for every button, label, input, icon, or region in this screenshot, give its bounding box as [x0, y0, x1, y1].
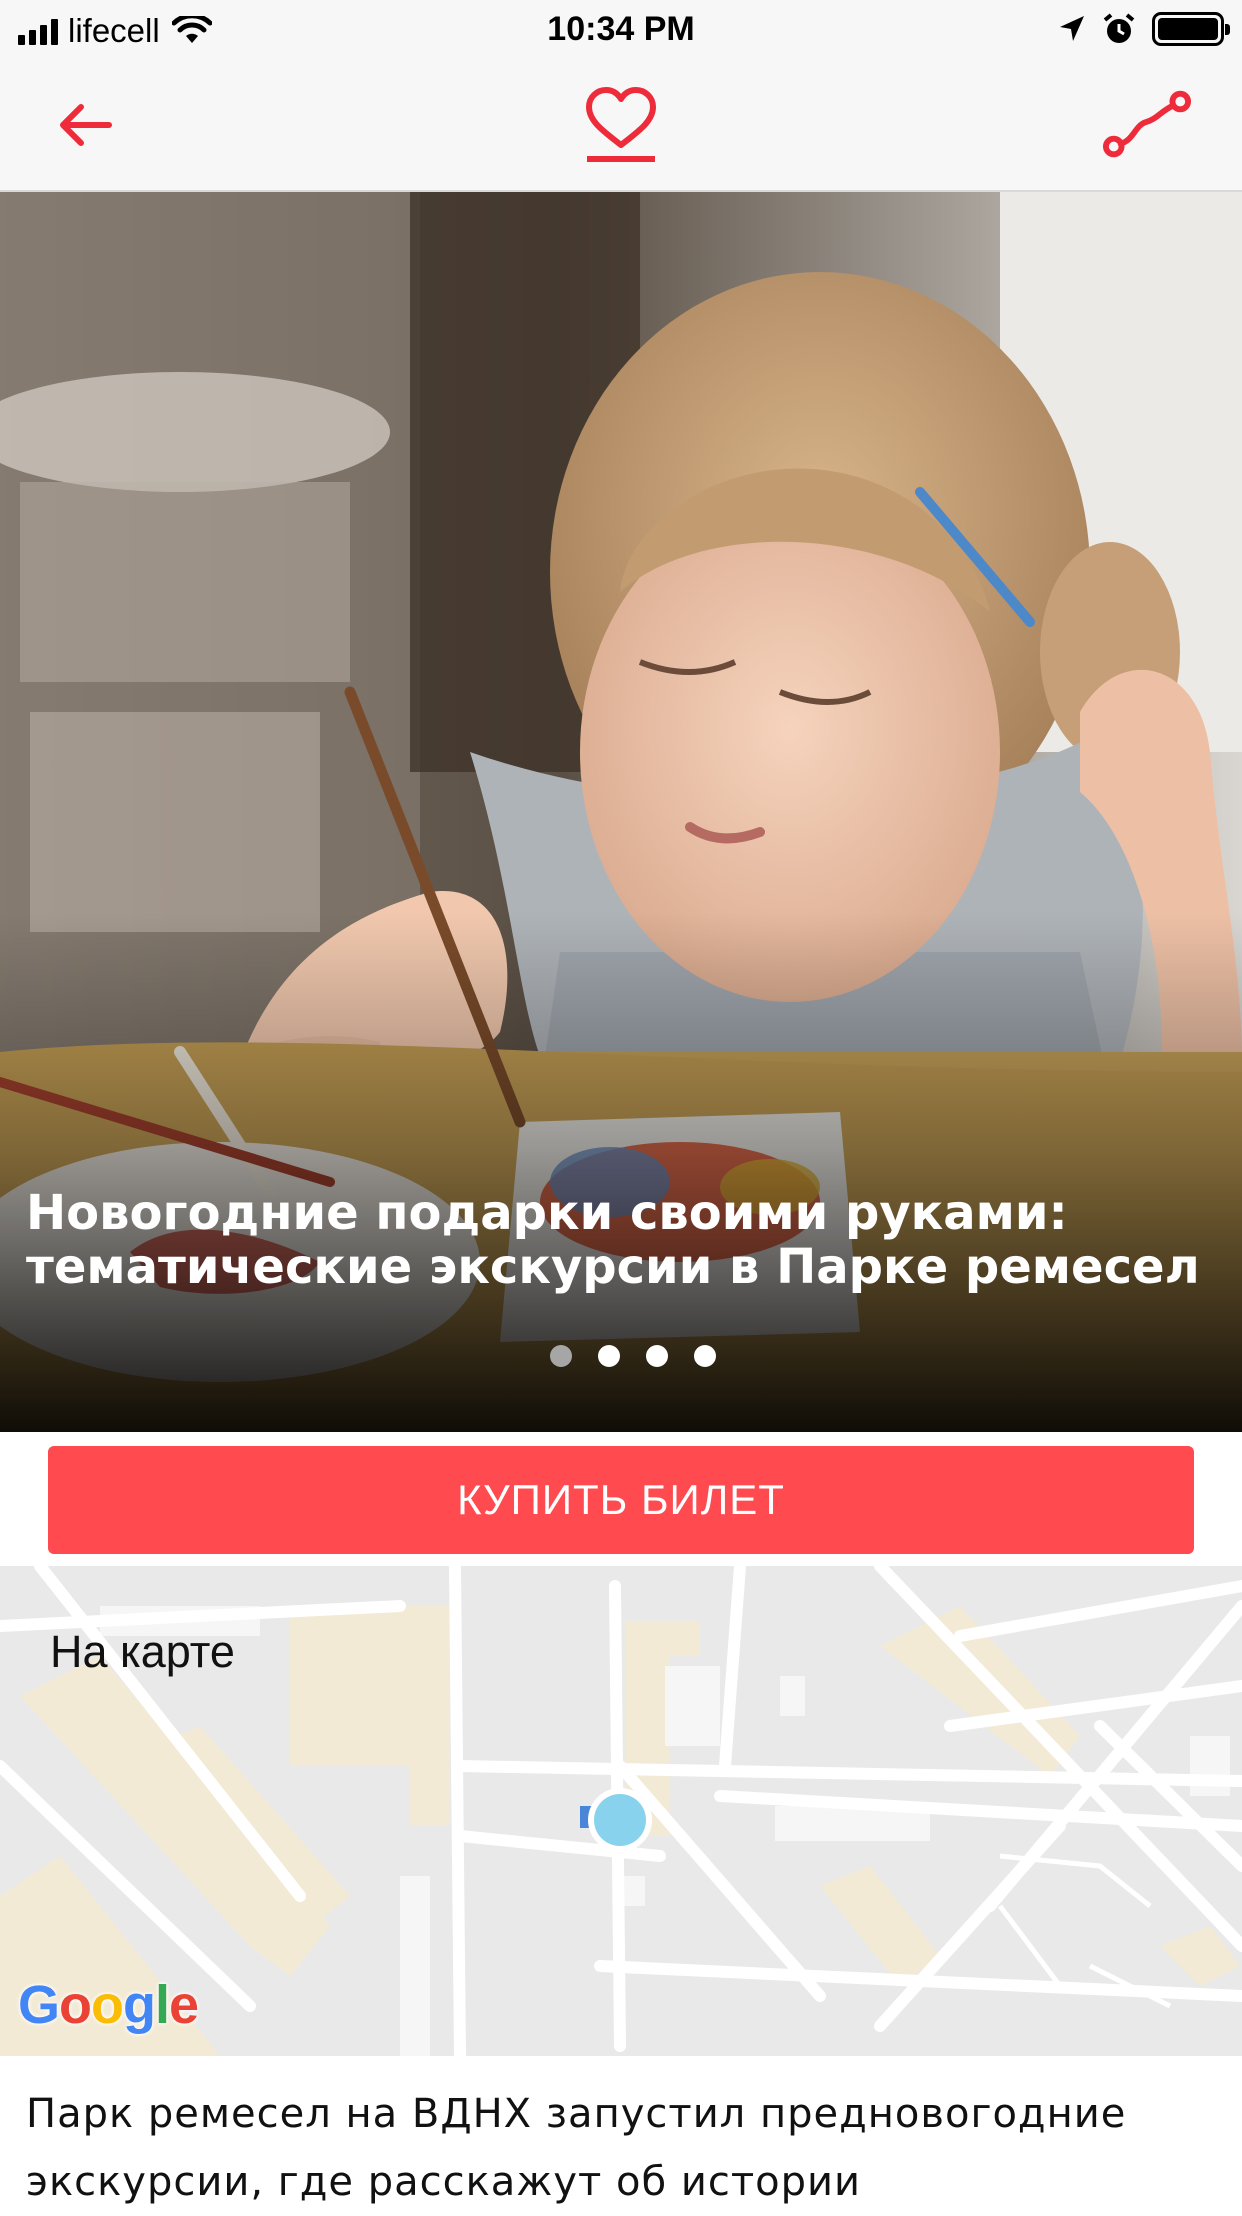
carousel-dot-1[interactable]	[550, 1345, 572, 1367]
route-button[interactable]	[1102, 80, 1192, 170]
favorite-button[interactable]	[576, 80, 666, 170]
status-right	[1058, 12, 1230, 46]
arrow-left-icon	[60, 104, 112, 146]
back-button[interactable]	[40, 80, 130, 170]
buy-section: КУПИТЬ БИЛЕТ	[0, 1432, 1242, 1566]
heart-icon	[586, 87, 656, 162]
carousel-dot-4[interactable]	[694, 1345, 716, 1367]
nav-bar	[0, 62, 1242, 192]
status-time: 10:34 PM	[547, 10, 695, 48]
route-icon	[1102, 90, 1192, 158]
location-arrow-icon	[1060, 16, 1084, 41]
google-logo: Google	[18, 1975, 199, 2035]
alarm-icon	[1103, 13, 1135, 43]
carousel-dots[interactable]	[550, 1345, 716, 1367]
map-label: На карте	[50, 1626, 235, 1677]
carousel-dot-3[interactable]	[646, 1345, 668, 1367]
hero-carousel[interactable]: Новогодние подарки своими руками: темати…	[0, 192, 1242, 1432]
map-marker[interactable]	[594, 1794, 646, 1846]
status-bar: lifecell 10:34 PM	[0, 0, 1242, 62]
buy-ticket-button[interactable]: КУПИТЬ БИЛЕТ	[48, 1446, 1194, 1554]
map-view[interactable]: На карте Google	[0, 1566, 1242, 2056]
carousel-dot-2[interactable]	[598, 1345, 620, 1367]
article-text: Парк ремесел на ВДНХ запустил преднового…	[26, 2091, 1127, 2205]
battery-icon	[1152, 12, 1230, 46]
hero-title[interactable]: Новогодние подарки своими руками: темати…	[26, 1186, 1226, 1294]
